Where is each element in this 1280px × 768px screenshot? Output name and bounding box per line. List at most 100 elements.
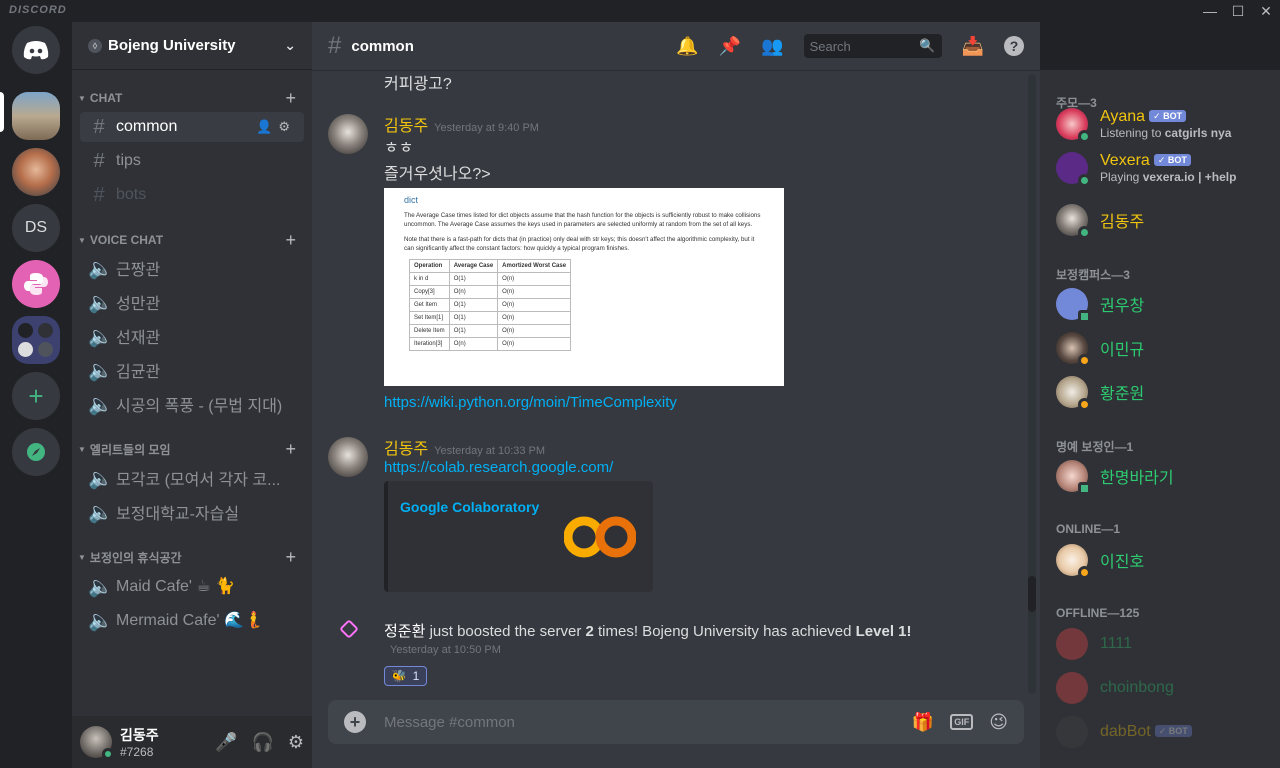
create-channel-icon[interactable]: + xyxy=(285,439,296,460)
channel-common[interactable]: # common 👤⚙ xyxy=(80,112,304,142)
attached-image[interactable]: dict The Average Case times listed for d… xyxy=(384,188,784,386)
member-name: 이진호 xyxy=(1100,554,1145,571)
reaction-button[interactable]: 🐝 1 xyxy=(384,666,427,686)
add-attachment-icon[interactable]: + xyxy=(344,711,366,733)
category-voice-chat[interactable]: ▼ VOICE CHAT + xyxy=(76,230,308,251)
voice-channel[interactable]: 🔈 선재관 xyxy=(80,321,304,351)
voice-channel[interactable]: 🔈 성만관 xyxy=(80,287,304,317)
chat-header: # common 🔔 📌 👥 Search 🔍 📥 ? xyxy=(312,22,1040,70)
members-icon[interactable]: 👥 xyxy=(761,36,783,57)
server-header[interactable]: ◊ Bojeng University ⌄ xyxy=(72,22,312,70)
avatar xyxy=(1056,332,1091,367)
member-item[interactable]: 이민규 xyxy=(1056,330,1144,367)
explore-servers-icon[interactable] xyxy=(12,428,60,476)
table-row: k in d O(1) O(n) xyxy=(409,272,572,286)
avatar[interactable] xyxy=(80,726,114,760)
speaker-icon: 🔈 xyxy=(88,393,113,416)
category-elite[interactable]: ▼ 엘리트들의 모임 + xyxy=(76,439,308,460)
member-activity: Playing vexera.io | +help xyxy=(1100,170,1236,184)
member-vexera[interactable]: Vexera ✓ BOT Playing vexera.io | +help xyxy=(1056,150,1236,187)
guild-avatar-2[interactable] xyxy=(12,148,60,196)
user-name: 김동주 xyxy=(120,727,159,743)
message-link[interactable]: https://wiki.python.org/moin/TimeComplex… xyxy=(384,394,677,411)
folder-guild-icon xyxy=(18,322,33,338)
headphones-icon[interactable]: 🎧 xyxy=(251,732,273,753)
invite-icon[interactable]: 👤 xyxy=(256,119,278,134)
category-label: 엘리트들의 모임 xyxy=(89,442,171,457)
member-item[interactable]: 권우창 xyxy=(1056,286,1144,323)
embed-title[interactable]: Google Colaboratory xyxy=(400,499,539,515)
chevron-down-icon[interactable]: ⌄ xyxy=(284,37,296,54)
gif-icon[interactable]: GIF xyxy=(950,714,974,730)
create-channel-icon[interactable]: + xyxy=(285,230,296,251)
close-icon[interactable]: ✕ xyxy=(1252,0,1280,22)
message-link[interactable]: https://colab.research.google.com/ xyxy=(384,459,613,476)
maximize-icon[interactable]: ☐ xyxy=(1224,0,1252,22)
idle-status-icon xyxy=(1078,398,1091,411)
add-server-icon[interactable]: + xyxy=(12,372,60,420)
message-author[interactable]: 김동주 Yesterday at 10:33 PM xyxy=(384,435,545,459)
bell-icon[interactable]: 🔔 xyxy=(676,36,698,57)
avatar xyxy=(1056,108,1091,143)
voice-channel[interactable]: 🔈 Maid Cafe' ☕ 🐈 xyxy=(80,571,304,601)
member-item[interactable]: 김동주 xyxy=(1056,202,1144,239)
member-group-header: ONLINE—1 xyxy=(1056,522,1121,536)
voice-channel[interactable]: 🔈 근짱관 xyxy=(80,253,304,283)
selected-guild-pill xyxy=(0,92,4,132)
inbox-icon[interactable]: 📥 xyxy=(962,36,984,57)
member-item[interactable]: choinbong xyxy=(1056,670,1174,706)
timestamp: Yesterday at 10:50 PM xyxy=(390,644,501,656)
member-ayana[interactable]: Ayana ✓ BOT Listening to catgirls nya xyxy=(1056,106,1231,143)
guild-folder[interactable] xyxy=(12,316,60,364)
table-header: Average Case xyxy=(448,259,499,273)
scrollbar-thumb[interactable] xyxy=(1028,576,1036,612)
member-item[interactable]: 1111 xyxy=(1056,626,1132,662)
mobile-status-icon xyxy=(1078,482,1091,495)
channel-label: common xyxy=(116,118,178,135)
voice-channel[interactable]: 🔈 보정대학교-자습실 xyxy=(80,497,304,527)
voice-channel[interactable]: 🔈 모각코 (모여서 각자 코... xyxy=(80,463,304,493)
channel-label: 성만관 xyxy=(116,296,161,313)
channel-tips[interactable]: # tips xyxy=(80,146,304,176)
member-item[interactable]: 황준원 xyxy=(1056,374,1144,411)
create-channel-icon[interactable]: + xyxy=(285,88,296,109)
timestamp: Yesterday at 10:33 PM xyxy=(434,445,546,457)
caret-icon: ▼ xyxy=(78,444,86,454)
guild-python[interactable] xyxy=(12,260,60,308)
minimize-icon[interactable]: — xyxy=(1196,0,1224,22)
channel-label: 보정대학교-자습실 xyxy=(116,506,240,523)
online-status-icon xyxy=(1078,130,1091,143)
create-channel-icon[interactable]: + xyxy=(285,547,296,568)
compass-icon xyxy=(27,443,45,461)
boost-user[interactable]: 정준환 xyxy=(384,623,425,640)
message-author[interactable]: 김동주 Yesterday at 9:40 PM xyxy=(384,112,539,136)
search-input[interactable]: Search 🔍 xyxy=(803,34,942,58)
guild-bojeng-university[interactable] xyxy=(12,92,60,140)
category-chat[interactable]: ▼ CHAT + xyxy=(76,88,308,109)
help-icon[interactable]: ? xyxy=(1004,36,1024,56)
member-item[interactable]: 이진호 xyxy=(1056,542,1145,579)
channel-tools: 👤⚙ xyxy=(256,119,296,135)
avatar[interactable] xyxy=(328,437,368,477)
author-name: 김동주 xyxy=(384,118,429,135)
emoji-picker-icon[interactable]: 😉 xyxy=(989,712,1008,733)
message-composer[interactable]: + Message #common 🎁 GIF 😉 xyxy=(328,700,1024,744)
pin-icon[interactable]: 📌 xyxy=(719,36,741,57)
voice-channel[interactable]: 🔈 김균관 xyxy=(80,355,304,385)
avatar[interactable] xyxy=(328,114,368,154)
member-item[interactable]: 한명바라기 xyxy=(1056,458,1174,495)
channel-bots[interactable]: # bots xyxy=(80,180,304,210)
member-item[interactable]: dabBot ✓ BOT xyxy=(1056,714,1192,750)
category-rest[interactable]: ▼ 보정인의 휴식공간 + xyxy=(76,547,308,568)
voice-channel[interactable]: 🔈 시공의 폭풍 - (무법 지대) xyxy=(80,389,304,419)
guild-ds[interactable]: DS xyxy=(12,204,60,252)
microphone-icon[interactable]: 🎤 xyxy=(215,732,237,753)
gear-icon[interactable]: ⚙ xyxy=(278,119,296,134)
boost-text: just boosted the server xyxy=(425,623,586,640)
table-row: Iteration[3] O(n) O(n) xyxy=(409,337,572,351)
gear-icon[interactable]: ⚙ xyxy=(288,732,304,753)
channel-label: bots xyxy=(116,186,147,203)
gift-icon[interactable]: 🎁 xyxy=(912,712,934,733)
home-button[interactable] xyxy=(12,26,60,74)
voice-channel[interactable]: 🔈 Mermaid Cafe' 🌊🧜 xyxy=(80,605,304,635)
